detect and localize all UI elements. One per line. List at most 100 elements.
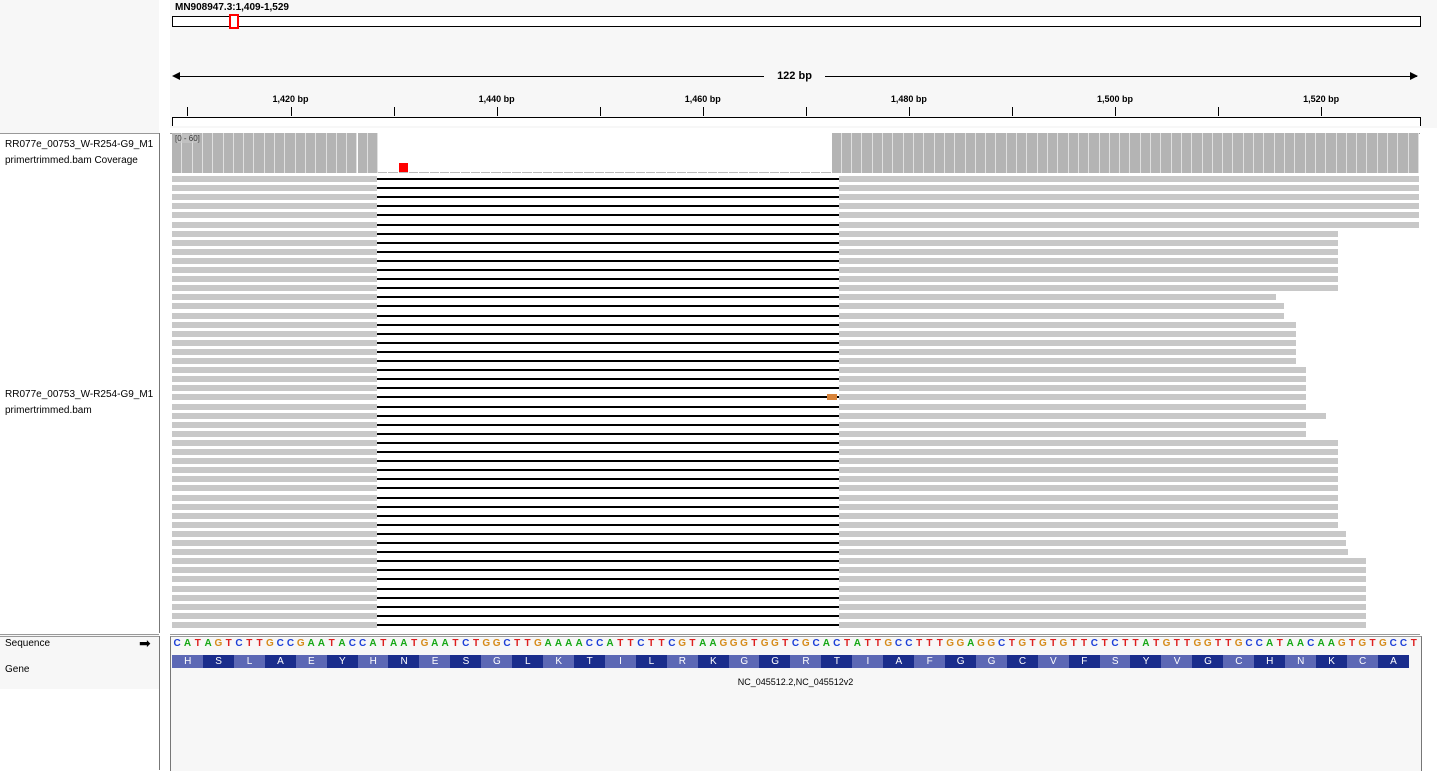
aligned-read[interactable] [838,330,1296,337]
aligned-read[interactable] [838,185,1419,192]
aligned-read[interactable] [172,294,378,301]
aligned-read[interactable] [172,621,378,628]
aligned-read[interactable] [172,312,378,319]
chromosome-ideogram[interactable] [172,16,1421,27]
aligned-read[interactable] [172,585,378,592]
gene-track-label[interactable]: Gene [5,662,29,678]
aligned-read[interactable] [838,603,1366,610]
coverage-track[interactable]: [0 - 60] [172,133,1419,173]
aligned-read[interactable] [172,558,378,565]
aligned-read[interactable] [172,321,378,328]
aligned-read[interactable] [838,494,1338,501]
aligned-read[interactable] [172,549,378,556]
aligned-read[interactable] [172,521,378,528]
aligned-read[interactable] [838,294,1276,301]
aligned-read[interactable] [838,212,1419,219]
aligned-read[interactable] [838,567,1366,574]
aligned-read[interactable] [838,358,1296,364]
aligned-read[interactable] [838,230,1338,237]
aligned-read[interactable] [172,221,378,228]
aligned-read[interactable] [172,530,378,537]
aligned-read[interactable] [838,194,1419,201]
aligned-read[interactable] [838,321,1296,328]
coverage-track-name-1[interactable]: RR077e_00753_W-R254-G9_M1 [5,137,153,153]
aligned-read[interactable] [838,621,1366,628]
aligned-read[interactable] [838,303,1284,310]
aligned-read[interactable] [172,348,378,355]
aligned-read[interactable] [172,194,378,201]
aligned-read[interactable] [838,503,1338,510]
aligned-read[interactable] [172,439,378,446]
alignment-track[interactable] [172,174,1419,632]
aligned-read[interactable] [838,394,1306,401]
aligned-read[interactable] [172,576,378,583]
aligned-read[interactable] [838,585,1366,592]
aligned-read[interactable] [838,549,1348,556]
aligned-read[interactable] [838,276,1338,283]
gene-name-label[interactable]: NC_045512.2,NC_045512v2 [172,677,1419,687]
aligned-read[interactable] [838,285,1338,292]
aligned-read[interactable] [172,339,378,346]
alignment-track-name-1[interactable]: RR077e_00753_W-R254-G9_M1 [5,387,153,403]
aligned-read[interactable] [172,267,378,273]
aligned-read[interactable] [838,558,1366,565]
aligned-read[interactable] [172,358,378,364]
aligned-read[interactable] [838,376,1306,383]
aligned-read[interactable] [172,458,378,465]
gene-amino-acid-track[interactable]: HSLAEYHNESGLKTILRKGGRTIAFGGCVFSYVGCHNKCA [172,655,1419,668]
aligned-read[interactable] [172,239,378,246]
aligned-read[interactable] [172,203,378,210]
aligned-read[interactable] [838,485,1338,492]
aligned-read[interactable] [838,248,1338,255]
coverage-track-name-2[interactable]: primertrimmed.bam Coverage [5,153,138,169]
aligned-read[interactable] [838,512,1338,519]
aligned-read[interactable] [838,239,1338,246]
aligned-read[interactable] [172,485,378,492]
aligned-read[interactable] [172,257,378,264]
aligned-read[interactable] [172,512,378,519]
ideogram-current-region-box[interactable] [229,14,239,29]
aligned-read[interactable] [838,467,1338,474]
aligned-read[interactable] [172,594,378,601]
aligned-read[interactable] [838,530,1346,537]
aligned-read[interactable] [172,385,378,392]
aligned-read[interactable] [838,430,1306,437]
aligned-read[interactable] [838,449,1338,455]
sequence-track[interactable]: CATAGTCTTGCCGAATACCATAATGAATCTGGCTTGAAAA… [172,637,1419,651]
sequence-strand-arrow-icon[interactable]: ➡ [139,634,151,652]
aligned-read[interactable] [838,176,1419,182]
aligned-read[interactable] [838,540,1346,546]
aligned-read[interactable] [172,248,378,255]
aligned-read[interactable] [172,467,378,474]
aligned-read[interactable] [838,594,1366,601]
aligned-read[interactable] [172,303,378,310]
aligned-read[interactable] [172,421,378,428]
aligned-read[interactable] [172,285,378,292]
aligned-read[interactable] [172,494,378,501]
aligned-read[interactable] [838,458,1338,465]
aligned-read[interactable] [172,394,378,401]
aligned-read[interactable] [838,385,1306,392]
aligned-read[interactable] [172,367,378,374]
aligned-read[interactable] [838,312,1284,319]
aligned-read[interactable] [172,330,378,337]
sequence-track-label[interactable]: Sequence [5,636,50,652]
aligned-read[interactable] [172,603,378,610]
aligned-read[interactable] [172,503,378,510]
aligned-read[interactable] [838,612,1366,619]
alignment-track-name-2[interactable]: primertrimmed.bam [5,403,92,419]
aligned-read[interactable] [172,230,378,237]
aligned-read[interactable] [838,267,1338,273]
aligned-read[interactable] [838,421,1306,428]
aligned-read[interactable] [172,176,378,182]
aligned-read[interactable] [172,540,378,546]
aligned-read[interactable] [838,257,1338,264]
aligned-read[interactable] [172,185,378,192]
aligned-read[interactable] [838,439,1338,446]
aligned-read[interactable] [172,567,378,574]
aligned-read[interactable] [838,412,1326,419]
aligned-read[interactable] [838,476,1338,483]
aligned-read[interactable] [838,521,1338,528]
aligned-read[interactable] [172,212,378,219]
aligned-read[interactable] [838,221,1419,228]
